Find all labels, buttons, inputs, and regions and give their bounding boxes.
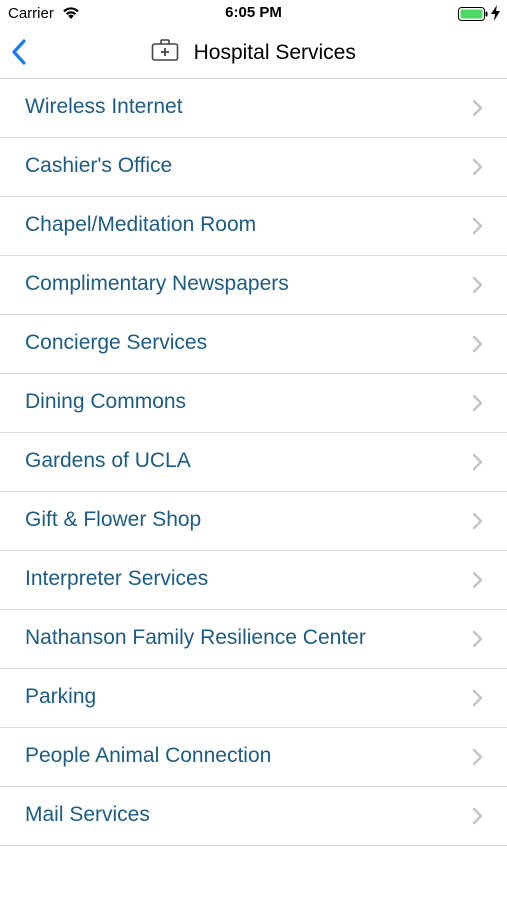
navigation-bar: Hospital Services	[0, 28, 507, 79]
charging-bolt-icon	[491, 5, 500, 26]
list-item[interactable]: Mail Services	[0, 787, 507, 846]
chevron-right-icon	[472, 453, 483, 471]
chevron-right-icon	[472, 217, 483, 235]
status-time: 6:05 PM	[225, 4, 282, 21]
chevron-right-icon	[472, 512, 483, 530]
status-bar: Carrier 6:05 PM	[0, 0, 507, 28]
list-item[interactable]: Gift & Flower Shop	[0, 492, 507, 551]
list-item-label: Dining Commons	[25, 390, 187, 413]
chevron-right-icon	[472, 571, 483, 589]
nav-title-group: Hospital Services	[0, 38, 507, 67]
chevron-right-icon	[472, 335, 483, 353]
list-item[interactable]: Concierge Services	[0, 315, 507, 374]
list-item-label: People Animal Connection	[25, 744, 272, 767]
list-item-label: Cashier's Office	[25, 154, 173, 177]
list-item[interactable]: Nathanson Family Resilience Center	[0, 610, 507, 669]
list-item-label: Parking	[25, 685, 97, 708]
list-item[interactable]: Cashier's Office	[0, 138, 507, 197]
chevron-right-icon	[472, 158, 483, 176]
list-item[interactable]: Parking	[0, 669, 507, 728]
chevron-right-icon	[472, 689, 483, 707]
list-item-label: Interpreter Services	[25, 567, 209, 590]
list-item[interactable]: Complimentary Newspapers	[0, 256, 507, 315]
list-item[interactable]: Dining Commons	[0, 374, 507, 433]
list-item[interactable]: People Animal Connection	[0, 728, 507, 787]
list-item-label: Complimentary Newspapers	[25, 272, 289, 295]
list-item-label: Wireless Internet	[25, 95, 183, 118]
chevron-right-icon	[472, 630, 483, 648]
page-title: Hospital Services	[193, 40, 356, 64]
chevron-right-icon	[472, 807, 483, 825]
list-item-label: Mail Services	[25, 803, 150, 826]
list-item[interactable]: Chapel/Meditation Room	[0, 197, 507, 256]
chevron-right-icon	[472, 99, 483, 117]
medical-kit-icon	[151, 38, 179, 67]
battery-icon	[458, 7, 488, 26]
chevron-right-icon	[472, 276, 483, 294]
list-item-label: Gift & Flower Shop	[25, 508, 202, 531]
list-item-label: Chapel/Meditation Room	[25, 213, 257, 236]
list-item[interactable]: Wireless Internet	[0, 79, 507, 138]
chevron-right-icon	[472, 394, 483, 412]
list-item-label: Nathanson Family Resilience Center	[25, 626, 366, 649]
chevron-right-icon	[472, 748, 483, 766]
list-item[interactable]: Gardens of UCLA	[0, 433, 507, 492]
list-item-label: Gardens of UCLA	[25, 449, 191, 472]
list-item-label: Concierge Services	[25, 331, 208, 354]
list-item[interactable]: Interpreter Services	[0, 551, 507, 610]
services-list: Wireless Internet Cashier's Office Chape…	[0, 79, 507, 846]
